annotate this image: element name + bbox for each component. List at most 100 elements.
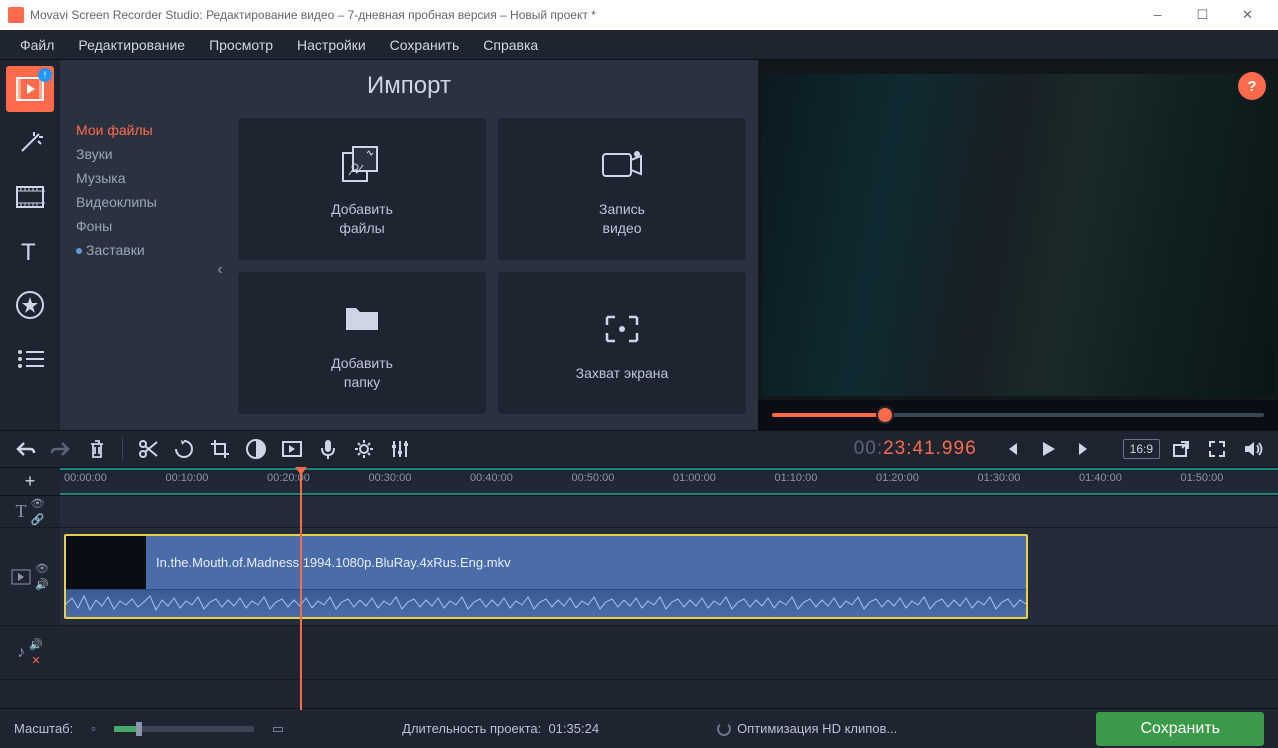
eye-icon[interactable]: 👁 [35,562,49,575]
film-strip-icon [15,185,45,209]
text-track[interactable] [60,496,1278,527]
cat-intros[interactable]: Заставки [68,238,210,262]
video-clip[interactable]: In.the.Mouth.of.Madness.1994.1080p.BluRa… [64,534,1028,619]
speaker-icon [1242,439,1264,459]
titles-tab-button[interactable]: T [6,228,54,274]
save-button[interactable]: Сохранить [1096,712,1264,746]
zoom-fit-icon[interactable]: ▭ [272,721,284,737]
cat-sounds[interactable]: Звуки [68,142,210,166]
clip-thumbnail [66,536,146,589]
redo-button[interactable] [46,434,76,464]
zoom-slider[interactable] [114,726,254,732]
transitions-tab-button[interactable] [6,174,54,220]
maximize-button[interactable]: ☐ [1180,0,1225,30]
ruler-tick: 00:20:00 [267,472,310,484]
wand-icon [16,129,44,157]
audio-properties-button[interactable] [385,434,415,464]
transition-wizard-button[interactable] [277,434,307,464]
record-audio-button[interactable] [313,434,343,464]
transition-icon [281,438,303,460]
cat-backgrounds[interactable]: Фоны [68,214,210,238]
screen-capture-card[interactable]: Захват экрана [498,272,746,414]
ruler-tick: 01:20:00 [876,472,919,484]
menu-view[interactable]: Просмотр [197,33,285,57]
ruler-tick: 00:40:00 [470,472,513,484]
video-track-icon [11,569,31,585]
import-panel: Импорт Мои файлы Звуки Музыка Видеоклипы… [60,60,758,430]
rotate-button[interactable] [169,434,199,464]
collapse-categories-button[interactable]: ‹ [210,110,230,430]
mute-icon[interactable]: 🔊 [29,638,43,651]
trash-icon [88,439,106,459]
optimizing-status: Оптимизация HD клипов... [717,721,897,737]
window-titlebar: Movavi Screen Recorder Studio: Редактиро… [0,0,1278,30]
list-icon [16,349,44,369]
progress-thumb[interactable] [878,408,892,422]
cat-music[interactable]: Музыка [68,166,210,190]
folder-icon [342,302,382,336]
add-folder-label: Добавить папку [331,354,393,392]
waveform-icon [66,590,1026,617]
mute-icon[interactable]: 🔊 [35,578,49,591]
color-button[interactable] [241,434,271,464]
add-files-card[interactable]: Добавить файлы [238,118,486,260]
prev-frame-button[interactable] [997,434,1027,464]
timeline-ruler[interactable]: 00:00:0000:10:0000:20:0000:30:0000:40:00… [60,468,1278,495]
import-tab-button[interactable]: ! [6,66,54,112]
clip-audio-waveform [66,589,1026,617]
more-tools-button[interactable] [6,336,54,382]
minimize-button[interactable]: — [1135,0,1180,30]
skip-back-icon [1003,440,1021,458]
gear-icon [353,438,375,460]
next-frame-button[interactable] [1069,434,1099,464]
play-button[interactable] [1033,434,1063,464]
split-button[interactable] [133,434,163,464]
preview-progress[interactable] [758,400,1278,430]
clip-properties-button[interactable] [349,434,379,464]
ruler-tick: 01:50:00 [1181,472,1224,484]
scissors-icon [137,438,159,460]
ruler-tick: 01:10:00 [775,472,818,484]
menu-file[interactable]: Файл [8,33,66,57]
add-marker-button[interactable]: + [19,471,41,493]
close-button[interactable]: ✕ [1225,0,1270,30]
spinner-icon [717,722,731,736]
zoom-out-icon[interactable]: ▫ [91,721,96,736]
menu-help[interactable]: Справка [471,33,550,57]
menu-settings[interactable]: Настройки [285,33,378,57]
preview-canvas[interactable]: ? [758,60,1278,400]
link-icon[interactable]: 🔗 [31,513,45,526]
ruler-tick: 01:40:00 [1079,472,1122,484]
cat-my-files[interactable]: Мои файлы [68,118,210,142]
menu-edit[interactable]: Редактирование [66,33,197,57]
video-track[interactable]: In.the.Mouth.of.Madness.1994.1080p.BluRa… [60,528,1278,625]
add-folder-card[interactable]: Добавить папку [238,272,486,414]
text-icon: T [17,238,43,264]
video-track-head: 👁🔊 [0,528,60,625]
cat-videoclips[interactable]: Видеоклипы [68,190,210,214]
ruler-tick: 00:10:00 [166,472,209,484]
fullscreen-button[interactable] [1202,434,1232,464]
help-button[interactable]: ? [1238,72,1266,100]
ruler-tick: 00:30:00 [369,472,412,484]
ruler-tick: 01:00:00 [673,472,716,484]
stickers-tab-button[interactable] [6,282,54,328]
menu-save[interactable]: Сохранить [378,33,472,57]
microphone-icon [319,438,337,460]
music-track[interactable] [60,626,1278,679]
undo-button[interactable] [10,434,40,464]
detach-preview-button[interactable] [1166,434,1196,464]
unlink-icon[interactable]: ✕ [31,654,40,667]
crop-button[interactable] [205,434,235,464]
filters-tab-button[interactable] [6,120,54,166]
volume-button[interactable] [1238,434,1268,464]
category-list: Мои файлы Звуки Музыка Видеоклипы Фоны З… [60,110,210,430]
delete-button[interactable] [82,434,112,464]
contrast-icon [245,438,267,460]
aspect-ratio-display[interactable]: 16:9 [1123,439,1160,459]
playhead[interactable] [300,470,302,710]
edit-toolbar: 00:23:41.996 16:9 [0,430,1278,468]
music-note-icon: ♪ [17,644,25,662]
eye-icon[interactable]: 👁 [31,497,45,510]
record-video-card[interactable]: Запись видео [498,118,746,260]
